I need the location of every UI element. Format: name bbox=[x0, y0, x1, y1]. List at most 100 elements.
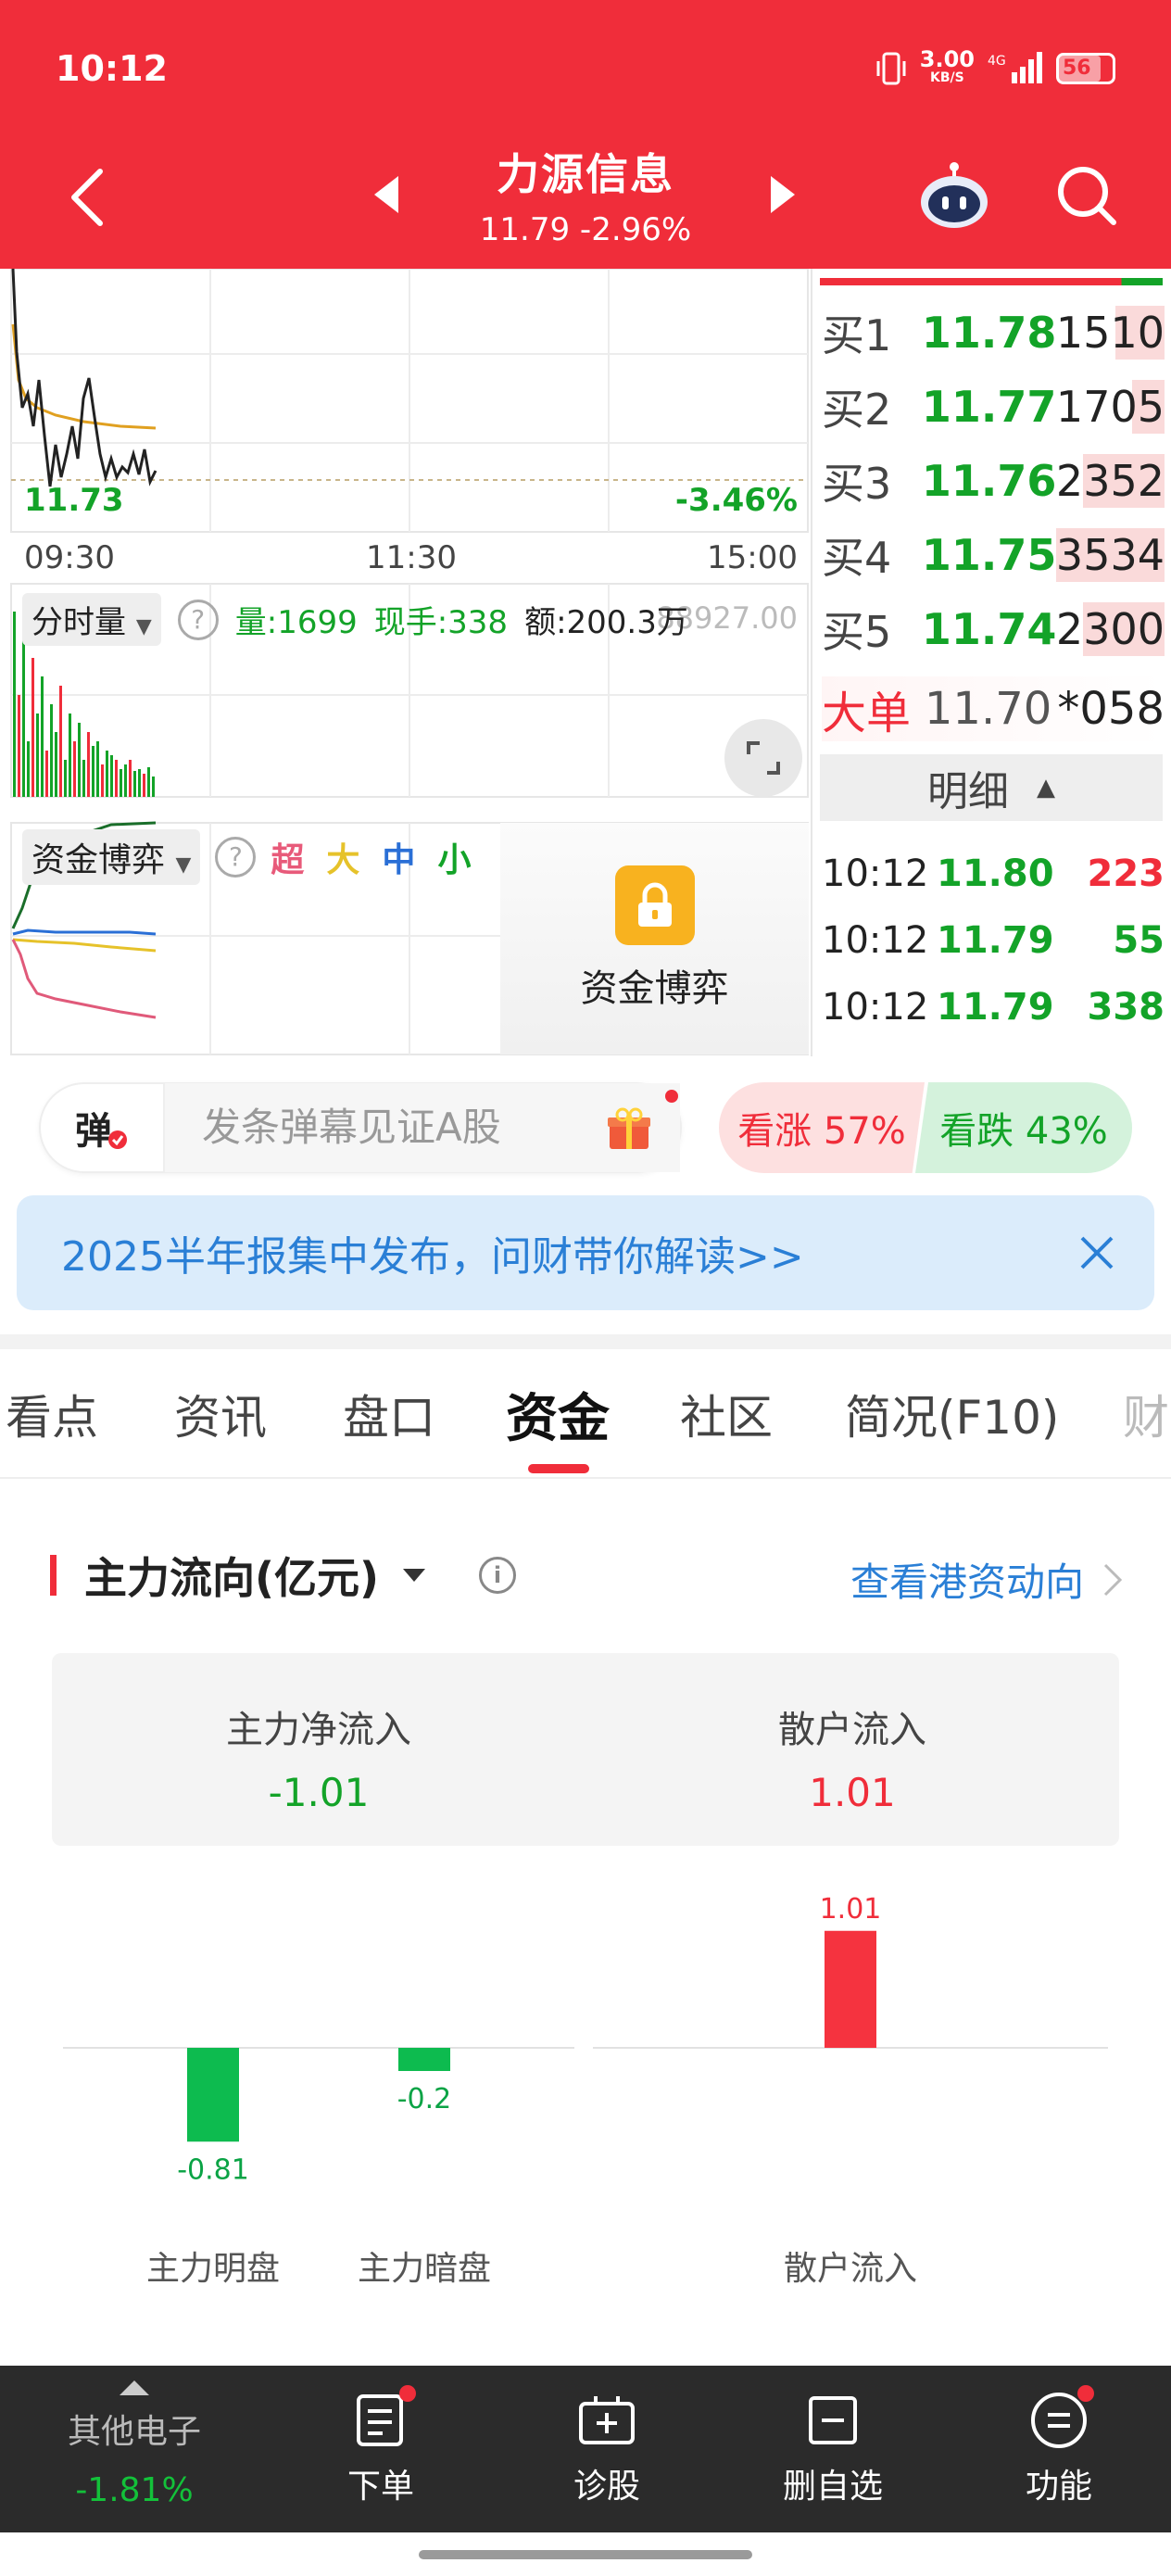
flow-category-label: 主力明盘 bbox=[146, 2250, 280, 2288]
fund-lock-card[interactable]: 资金博弈 bbox=[500, 823, 809, 1054]
home-indicator[interactable] bbox=[419, 2550, 752, 2559]
help-icon[interactable]: ? bbox=[177, 599, 219, 640]
bid-price: 11.75 bbox=[921, 530, 1057, 580]
sector-change: -1.81% bbox=[75, 2471, 194, 2509]
order-book: 买1 11.78 1510 买2 11.77 1705 买3 11.76 2352 买4 11.75… bbox=[811, 269, 1171, 1056]
trade-tick-row[interactable]: 10:12 11.79 338 bbox=[822, 975, 1165, 1040]
fund-flow-bar-chart: -0.81 主力明盘 -0.2 主力暗盘 1.01 散户流入 bbox=[63, 1893, 1108, 2288]
trade-tick-row[interactable]: 10:12 11.80 223 bbox=[822, 841, 1165, 906]
info-icon[interactable]: i bbox=[479, 1557, 517, 1594]
flow-bar[interactable] bbox=[187, 2048, 239, 2142]
tick-volume: 55 bbox=[1113, 919, 1165, 962]
hk-funds-link[interactable]: 查看港资动向 bbox=[850, 1551, 1123, 1608]
tab-profile-f10[interactable]: 简况(F10) bbox=[845, 1381, 1059, 1447]
chevron-left-icon bbox=[71, 169, 103, 226]
fund-help-icon[interactable]: ? bbox=[215, 837, 257, 878]
bearish-button[interactable]: 看跌 43% bbox=[915, 1082, 1132, 1173]
flow-bar[interactable] bbox=[398, 2048, 450, 2071]
stock-price-change: 11.79 -2.96% bbox=[479, 211, 692, 248]
next-stock-button[interactable] bbox=[771, 176, 795, 213]
volume-bar bbox=[13, 612, 16, 797]
bid-volume: 3534 bbox=[1055, 528, 1165, 582]
tick-time: 10:12 bbox=[822, 919, 929, 962]
function-menu-button[interactable]: 功能 bbox=[1001, 2366, 1117, 2532]
fund-mode-dropdown[interactable]: 资金博弈 ▼ bbox=[22, 829, 201, 885]
trade-tick-row[interactable]: 10:12 11.79 55 bbox=[822, 908, 1165, 973]
danmaku-toggle-button[interactable]: 弹 bbox=[41, 1083, 165, 1172]
time-label-noon: 11:30 bbox=[366, 539, 457, 576]
bid-row[interactable]: 买4 11.75 3534 bbox=[822, 523, 1165, 587]
expand-chart-button[interactable] bbox=[724, 719, 802, 797]
volume-bar bbox=[87, 732, 90, 797]
volume-bar bbox=[55, 732, 57, 797]
volume-bar bbox=[59, 686, 62, 797]
bid-row[interactable]: 买5 11.74 2300 bbox=[822, 597, 1165, 662]
bid-level-label: 买4 bbox=[822, 533, 892, 583]
intraday-chart[interactable]: 11.73 -3.46% 09:30 11:30 15:00 88927.00 … bbox=[0, 269, 811, 1056]
status-icons: 3.00 KB/S 4G 56 bbox=[875, 48, 1115, 89]
fund-filter-1[interactable]: 超 bbox=[271, 833, 304, 881]
remove-watchlist-icon bbox=[803, 2391, 863, 2450]
promo-banner[interactable]: 2025半年报集中发布，问财带你解读>> bbox=[17, 1195, 1154, 1310]
volume-bar bbox=[92, 746, 94, 797]
volume-bar bbox=[101, 764, 104, 797]
bid-row[interactable]: 买3 11.76 2352 bbox=[822, 448, 1165, 513]
volume-bar bbox=[50, 704, 53, 797]
bid-row[interactable]: 买2 11.77 1705 bbox=[822, 374, 1165, 439]
net-inflow-summary: 主力净流入 -1.01 bbox=[52, 1699, 586, 1815]
tab-orderbook[interactable]: 盘口 bbox=[343, 1381, 435, 1447]
fund-filter-3[interactable]: 中 bbox=[382, 833, 415, 881]
bullish-button[interactable]: 看涨 57% bbox=[719, 1082, 925, 1173]
back-button[interactable] bbox=[59, 165, 115, 230]
chevron-right-icon bbox=[1103, 1563, 1123, 1596]
tick-price: 11.79 bbox=[937, 919, 1054, 962]
order-button[interactable]: 下单 bbox=[322, 2366, 439, 2532]
volume-mode-dropdown[interactable]: 分时量 ▼ bbox=[22, 593, 161, 646]
battery-icon: 56 bbox=[1056, 53, 1115, 84]
fund-flow-title[interactable]: 主力流向(亿元) bbox=[84, 1545, 379, 1606]
content-tabs: 看点 资讯 盘口 资金 社区 简况(F10) 财 bbox=[0, 1349, 1171, 1479]
danmaku-bar: 弹 发条弹幕见证A股 bbox=[39, 1082, 682, 1173]
sector-indicator[interactable]: 其他电子 -1.81% bbox=[37, 2366, 232, 2532]
signal-icon: 4G bbox=[988, 52, 1042, 83]
diagnose-label: 诊股 bbox=[573, 2468, 640, 2506]
ai-assistant-icon[interactable] bbox=[917, 161, 991, 230]
tab-community[interactable]: 社区 bbox=[680, 1381, 773, 1447]
tab-funds[interactable]: 资金 bbox=[506, 1377, 610, 1452]
diagnose-icon bbox=[577, 2391, 636, 2450]
diagnose-button[interactable]: 诊股 bbox=[548, 2366, 665, 2532]
tab-finance[interactable]: 财 bbox=[1123, 1381, 1169, 1447]
flow-category-label: 主力暗盘 bbox=[358, 2250, 491, 2288]
tab-news[interactable]: 资讯 bbox=[174, 1381, 267, 1447]
danmaku-input[interactable]: 发条弹幕见证A股 bbox=[165, 1083, 680, 1172]
volume-bar bbox=[22, 639, 25, 797]
check-badge-icon bbox=[108, 1130, 127, 1149]
volume-bar bbox=[73, 741, 76, 797]
volume-bar bbox=[152, 777, 155, 797]
gift-icon[interactable] bbox=[606, 1106, 652, 1153]
active-tab-indicator bbox=[528, 1464, 589, 1473]
fund-filter-2[interactable]: 大 bbox=[326, 833, 359, 881]
volume-bar bbox=[18, 695, 20, 797]
tab-highlights[interactable]: 看点 bbox=[6, 1381, 98, 1447]
volume-bar bbox=[69, 713, 71, 797]
volume-bar bbox=[120, 769, 122, 797]
big-order-row[interactable]: 大单 11.70 *058 bbox=[822, 676, 1165, 741]
flow-bar[interactable] bbox=[825, 1930, 876, 2048]
detail-tab[interactable]: 明细 ▲ bbox=[820, 754, 1163, 821]
close-icon[interactable] bbox=[1077, 1232, 1117, 1273]
volume-toolbar: 分时量 ▼ ? 量:1699 现手:338 额:200.3万 bbox=[22, 593, 688, 646]
volume-bar bbox=[147, 767, 150, 797]
volume-bar bbox=[27, 741, 30, 797]
fund-filter-4[interactable]: 小 bbox=[437, 833, 471, 881]
bid-row[interactable]: 买1 11.78 1510 bbox=[822, 300, 1165, 365]
volume-bar bbox=[129, 760, 132, 797]
remove-watchlist-button[interactable]: 删自选 bbox=[774, 2366, 891, 2532]
dropdown-caret-icon[interactable] bbox=[403, 1569, 426, 1582]
now-hand-value: 现手:338 bbox=[373, 604, 509, 641]
vibrate-icon bbox=[876, 52, 906, 85]
search-icon[interactable] bbox=[1054, 163, 1119, 228]
fund-filter-list: 超大中小 bbox=[271, 833, 471, 881]
volume-bar bbox=[78, 723, 81, 797]
stock-name: 力源信息 bbox=[497, 149, 674, 199]
